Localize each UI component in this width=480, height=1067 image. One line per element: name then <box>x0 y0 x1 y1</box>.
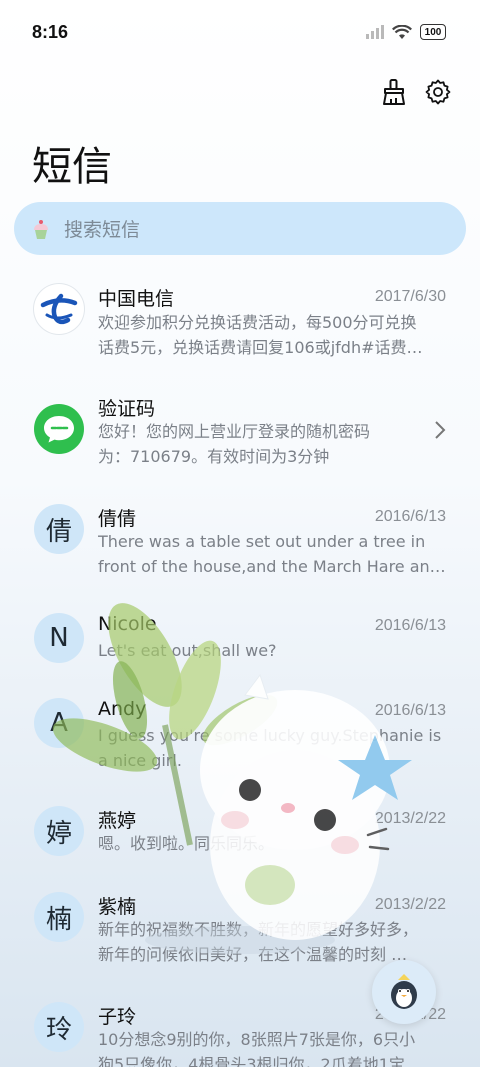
message-preview: 您好！您的网上营业厅登录的随机密码 为：710679。有效时间为3分钟 <box>98 422 371 466</box>
avatar <box>34 284 84 334</box>
wifi-icon <box>392 24 412 40</box>
message-preview: I guess you're some lucky guy.Stephanie … <box>98 726 442 770</box>
china-telecom-logo-icon <box>40 293 78 325</box>
page-title: 短信 <box>32 144 112 190</box>
message-preview: 欢迎参加积分兑换话费活动，每500分可兑换 话费5元，兑换话费请回复106或jf… <box>98 313 423 357</box>
conversation-row[interactable]: 中国电信 2017/6/30 欢迎参加积分兑换话费活动，每500分可兑换 话费5… <box>0 284 480 380</box>
avatar: 倩 <box>34 504 84 554</box>
status-time: 8:16 <box>32 22 69 42</box>
message-date: 2013/2/22 <box>374 810 446 827</box>
battery-indicator: 100 <box>420 24 446 40</box>
broom-icon[interactable] <box>380 78 408 106</box>
contact-name: 验证码 <box>98 398 156 420</box>
avatar: N <box>34 613 84 663</box>
status-bar: 8:16 100 <box>0 0 480 66</box>
conversation-row[interactable]: A Andy 2016/6/13 I guess you're some luc… <box>0 698 480 794</box>
message-preview: 新年的祝福数不胜数，新年的愿望好多好多， 新年的问候依旧美好，在这个温馨的时刻 … <box>98 920 419 964</box>
message-date: 2016/6/13 <box>374 617 446 634</box>
conversation-row[interactable]: N Nicole 2016/6/13 Let's eat out,shall w… <box>0 613 480 683</box>
search-bar[interactable]: 搜索短信 <box>14 202 466 255</box>
status-icons: 100 <box>366 24 446 40</box>
message-date: 2013/2/22 <box>374 896 446 913</box>
conversation-row[interactable]: 倩 倩倩 2016/6/13 There was a table set out… <box>0 504 480 600</box>
message-preview: Let's eat out,shall we? <box>98 641 277 660</box>
avatar: 玲 <box>34 1002 84 1052</box>
penguin-icon <box>391 974 417 1009</box>
cupcake-icon <box>30 218 52 240</box>
contact-name: 燕婷 <box>98 810 137 832</box>
conversation-row[interactable]: 验证码 您好！您的网上营业厅登录的随机密码 为：710679。有效时间为3分钟 <box>0 394 480 490</box>
contact-name: Andy <box>98 698 147 720</box>
conversation-row[interactable]: 婷 燕婷 2013/2/22 嗯。收到啦。同乐同乐。 <box>0 806 480 876</box>
message-preview: There was a table set out under a tree i… <box>98 532 446 576</box>
signal-icon <box>366 25 384 39</box>
message-date: 2016/6/13 <box>374 508 446 525</box>
contact-name: Nicole <box>98 613 157 635</box>
gear-icon[interactable] <box>424 78 452 106</box>
search-input[interactable]: 搜索短信 <box>64 215 140 242</box>
toolbar <box>380 78 452 106</box>
assistant-penguin-button[interactable] <box>372 960 436 1024</box>
message-preview: 嗯。收到啦。同乐同乐。 <box>98 834 275 853</box>
message-date: 2017/6/30 <box>374 288 446 305</box>
message-date: 2016/6/13 <box>374 702 446 719</box>
avatar <box>34 404 84 454</box>
contact-name: 中国电信 <box>98 288 175 310</box>
contact-name: 紫楠 <box>98 896 137 918</box>
avatar: A <box>34 698 84 748</box>
avatar: 楠 <box>34 892 84 942</box>
avatar: 婷 <box>34 806 84 856</box>
contact-name: 倩倩 <box>98 508 137 530</box>
contact-name: 子玲 <box>98 1006 137 1028</box>
message-preview: 10分想念9别的你，8张照片7张是你，6只小 狗5只像你，4根骨头3根归你，2爪… <box>98 1030 416 1067</box>
chevron-right-icon <box>434 420 446 444</box>
message-bubble-icon <box>44 416 74 443</box>
